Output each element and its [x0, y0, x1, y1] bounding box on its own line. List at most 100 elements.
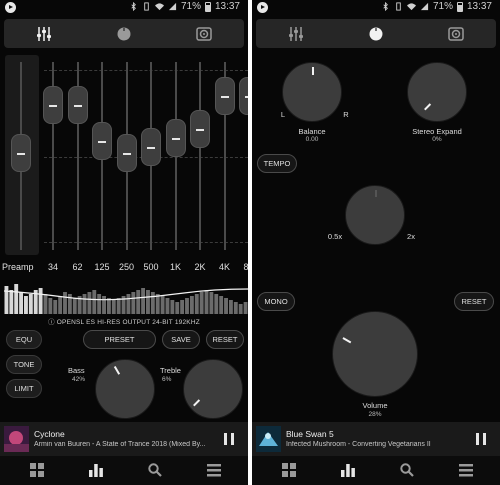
- preamp-label: Preamp: [2, 262, 34, 272]
- bottom-nav: [252, 456, 500, 485]
- tab-output[interactable]: [416, 19, 496, 48]
- spectrum-bar: [43, 294, 48, 314]
- pause-icon[interactable]: [224, 433, 234, 445]
- wifi-icon: [406, 3, 416, 11]
- tab-equalizer[interactable]: [256, 19, 336, 48]
- eq-band-slider-thumb[interactable]: [165, 119, 186, 157]
- nav-menu-button[interactable]: [455, 459, 477, 481]
- spectrum-bar: [9, 290, 14, 314]
- volume-value: 28%: [368, 411, 382, 418]
- eq-band-slider-thumb[interactable]: [190, 110, 210, 148]
- nav-library-button[interactable]: [278, 459, 300, 481]
- spectrum-bar: [72, 298, 77, 314]
- tone-button[interactable]: TONE: [6, 355, 42, 374]
- eq-band-slider-thumb[interactable]: [43, 86, 63, 124]
- spectrum-bar: [155, 294, 160, 314]
- spectrum-bar: [136, 290, 141, 314]
- spectrum-bar: [102, 296, 106, 314]
- preset-label: PRESET: [104, 335, 135, 344]
- tab-output[interactable]: [164, 19, 244, 48]
- save-button[interactable]: SAVE: [162, 330, 200, 349]
- bass-label: Bass: [68, 366, 85, 375]
- tab-equalizer[interactable]: [4, 19, 84, 48]
- spectrum-bar: [58, 296, 63, 314]
- info-icon: ⓘ: [48, 319, 55, 326]
- balance-right-label: R: [343, 110, 349, 119]
- spectrum-bar: [194, 294, 199, 314]
- balance-knob[interactable]: [282, 62, 342, 122]
- preset-button[interactable]: PRESET: [83, 330, 156, 349]
- volume-knob[interactable]: [332, 311, 418, 397]
- stereo-expand-knob[interactable]: [407, 62, 467, 122]
- mini-player[interactable]: Cyclone Armin van Buuren - A State of Tr…: [0, 422, 248, 456]
- equalizer-screen: 71% 13:37 Preamp34621252505001K2K4K8K ⓘ …: [0, 0, 248, 485]
- status-bar: 71% 13:37: [252, 0, 500, 15]
- spectrum-bar: [24, 296, 28, 314]
- spectrum-bar: [224, 298, 228, 314]
- reset-label: RESET: [461, 297, 487, 306]
- spectrum-bar: [209, 292, 214, 314]
- signal-icon: [168, 2, 177, 11]
- search-icon: [400, 463, 414, 477]
- eq-band-slider-thumb[interactable]: [67, 86, 88, 124]
- pause-icon[interactable]: [476, 433, 486, 445]
- spectrum-bar: [204, 290, 209, 314]
- tab-effects[interactable]: [84, 19, 164, 48]
- tempo-max-label: 2x: [407, 232, 415, 241]
- eq-band-slider-thumb[interactable]: [214, 77, 235, 115]
- reset-label: RESET: [212, 335, 238, 344]
- nav-equalizer-button[interactable]: [337, 459, 359, 481]
- eq-gridline: [44, 70, 248, 71]
- nav-search-button[interactable]: [396, 459, 418, 481]
- eq-band-slider-thumb[interactable]: [239, 77, 248, 115]
- spectrum-bar: [116, 298, 121, 314]
- tempo-button[interactable]: TEMPO: [257, 154, 297, 173]
- app-notification-icon: [5, 2, 16, 13]
- tab-bar: [256, 19, 496, 48]
- save-label: SAVE: [171, 335, 191, 344]
- reset-button[interactable]: RESET: [454, 292, 494, 311]
- equ-button-label: EQU: [15, 335, 33, 344]
- treble-knob[interactable]: [183, 359, 243, 419]
- spectrum-bar: [141, 288, 146, 314]
- grid-icon: [282, 463, 296, 477]
- balance-left-label: L: [280, 110, 286, 119]
- nav-menu-button[interactable]: [203, 459, 225, 481]
- knob-icon: [369, 27, 383, 40]
- tab-effects[interactable]: [336, 19, 416, 48]
- clock: 13:37: [466, 1, 492, 12]
- spectrum-bar: [53, 300, 58, 314]
- bass-knob-indicator: [113, 366, 120, 375]
- spectrum-bar: [189, 296, 194, 314]
- limit-button[interactable]: LIMIT: [6, 379, 42, 398]
- search-icon: [148, 463, 162, 477]
- spectrum-bar: [4, 286, 9, 314]
- spectrum-bar: [170, 300, 175, 314]
- battery-icon: [204, 1, 211, 12]
- balance-label: Balance: [298, 127, 326, 136]
- eq-band-slider-thumb[interactable]: [116, 134, 137, 172]
- spectrum-bar: [228, 300, 233, 314]
- mono-button[interactable]: MONO: [257, 292, 295, 311]
- mini-player[interactable]: Blue Swan 5 Infected Mushroom - Converti…: [252, 422, 500, 456]
- bluetooth-icon: [383, 2, 388, 11]
- nav-equalizer-button[interactable]: [85, 459, 107, 481]
- equ-button[interactable]: EQU: [6, 330, 42, 349]
- reset-button[interactable]: RESET: [206, 330, 244, 349]
- balance-knob-indicator: [312, 67, 314, 75]
- nav-library-button[interactable]: [26, 459, 48, 481]
- nav-search-button[interactable]: [144, 459, 166, 481]
- spectrum-bar: [233, 302, 238, 314]
- vibrate-icon: [396, 2, 401, 11]
- eq-band-slider-thumb[interactable]: [92, 122, 112, 160]
- menu-icon: [459, 463, 473, 476]
- album-art: [256, 426, 281, 452]
- spectrum-bar: [214, 294, 219, 314]
- tempo-knob[interactable]: [345, 185, 405, 245]
- preamp-slider-thumb[interactable]: [11, 134, 31, 172]
- knob-icon: [117, 27, 131, 40]
- spectrum-bar: [150, 292, 155, 314]
- bars-icon: [89, 464, 103, 477]
- bass-knob[interactable]: [95, 359, 155, 419]
- eq-band-slider-thumb[interactable]: [141, 128, 161, 166]
